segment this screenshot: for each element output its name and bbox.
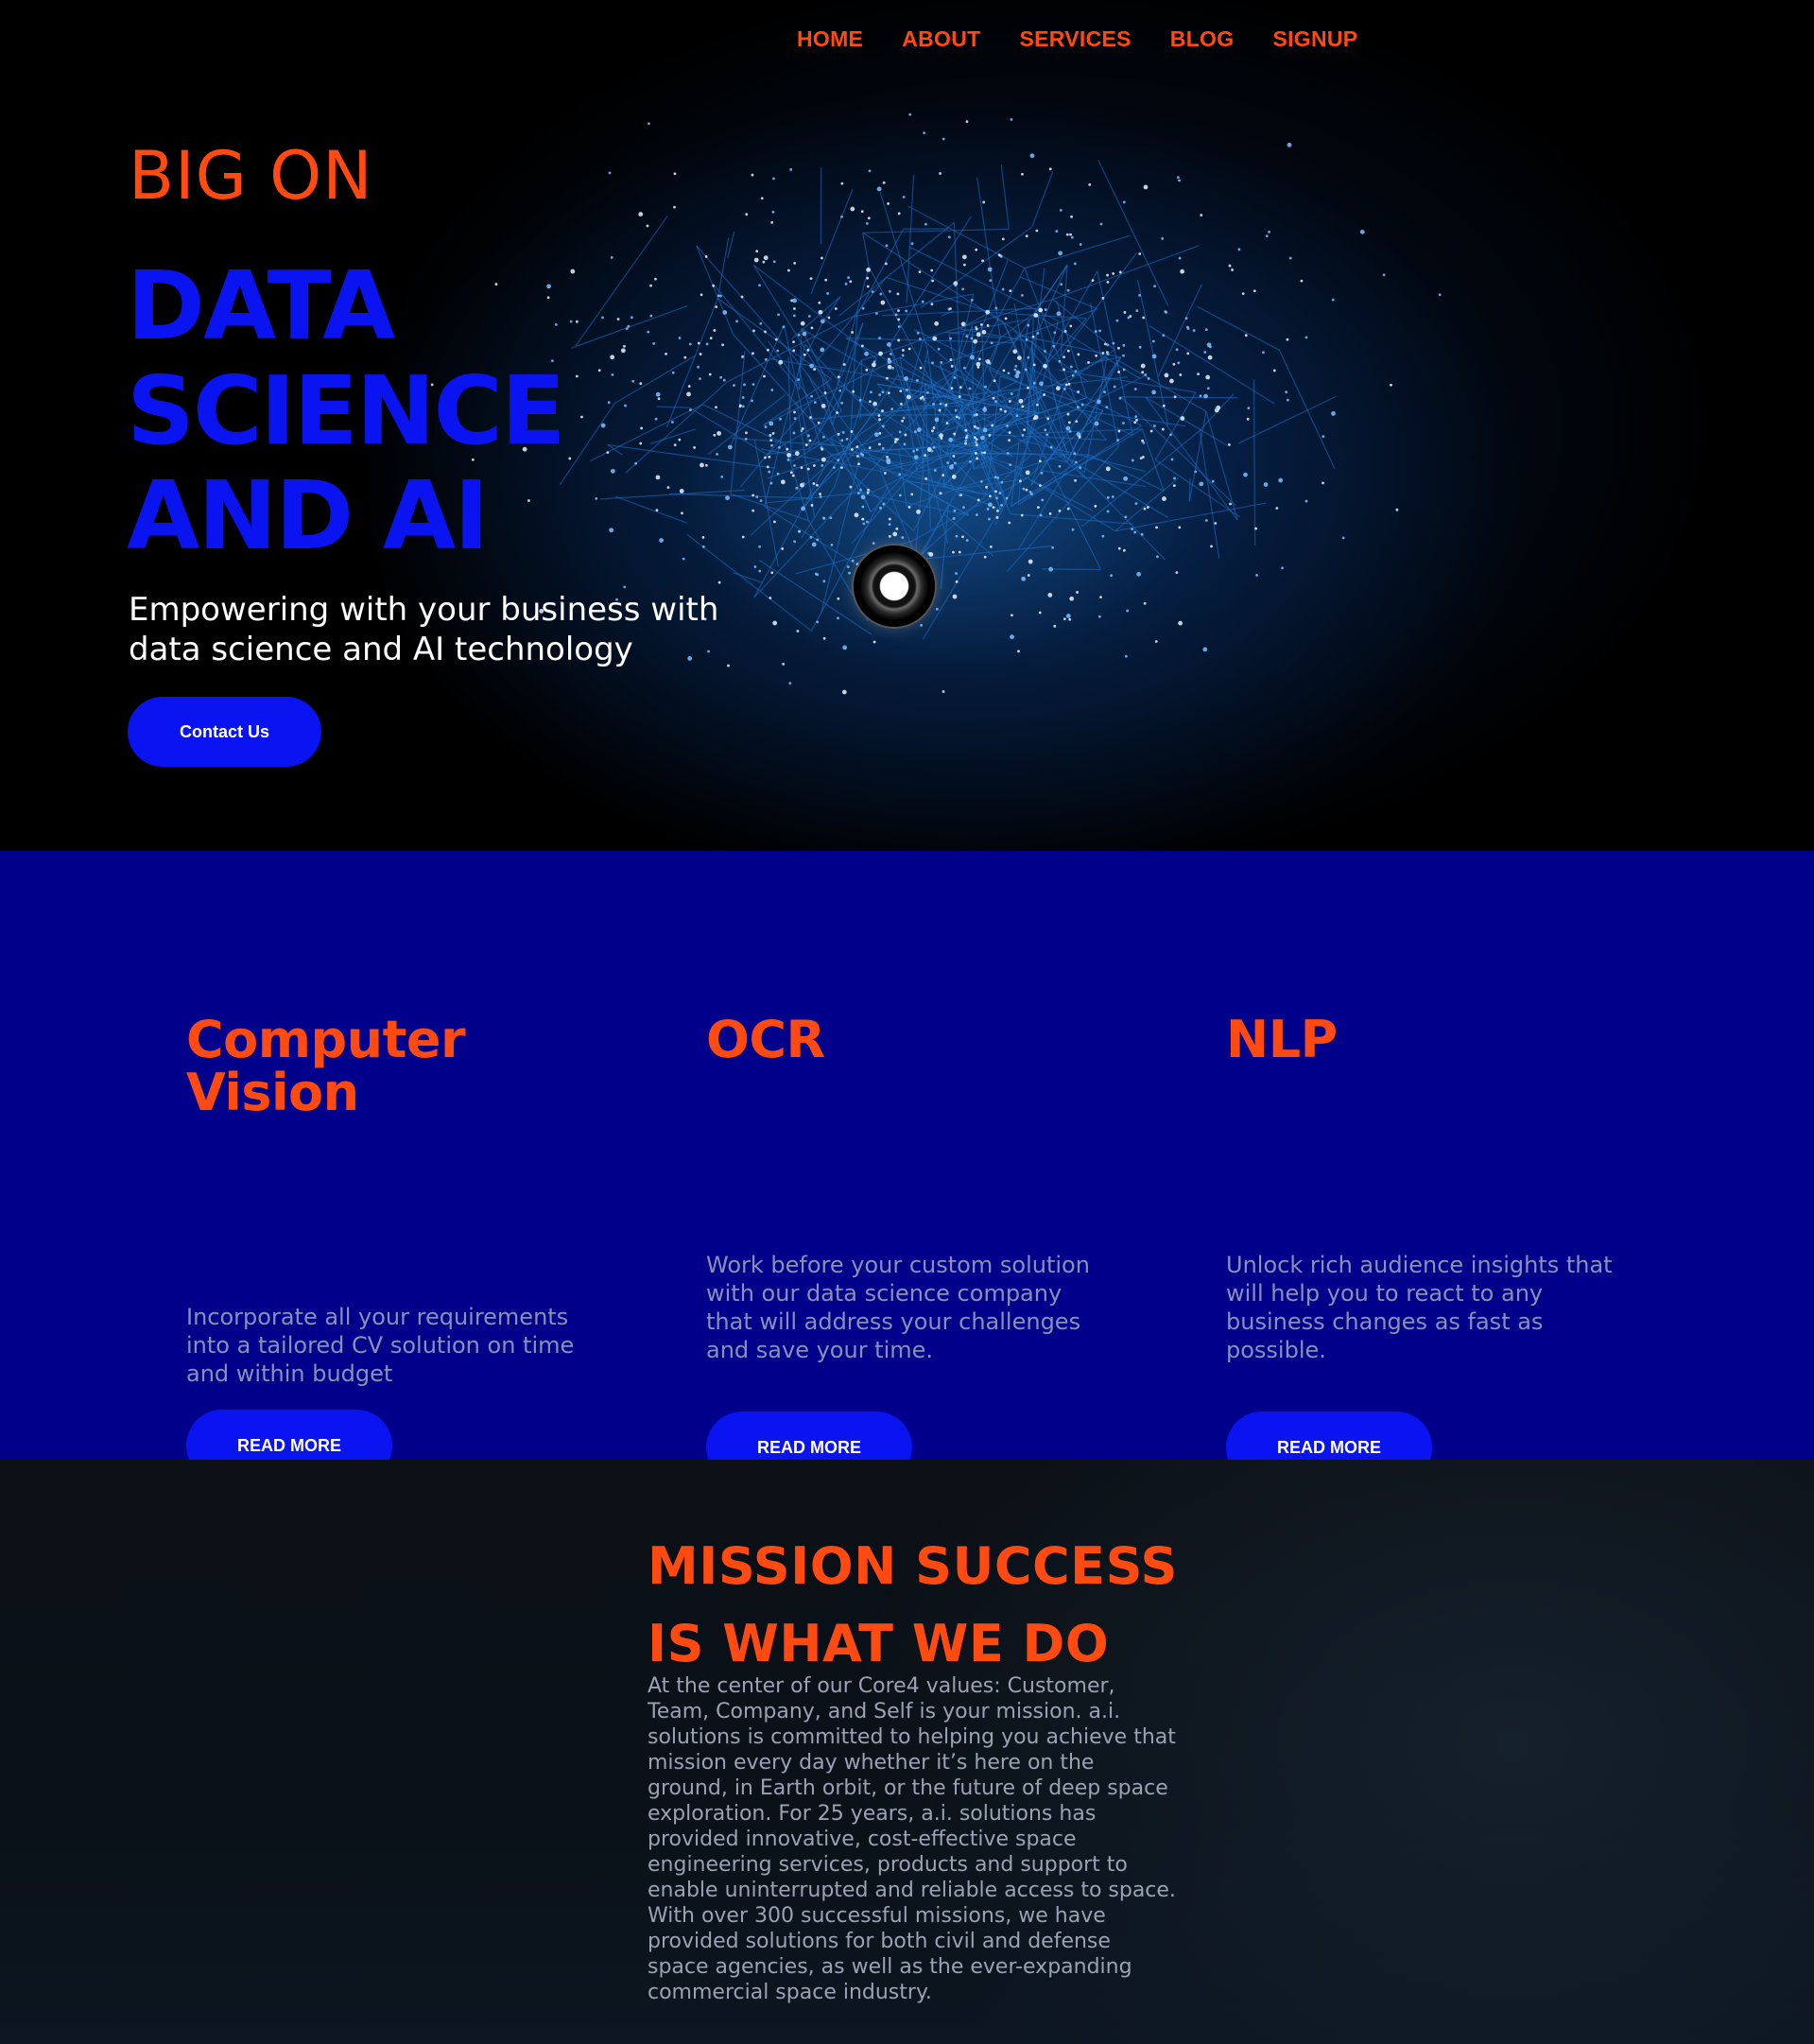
scroll-orb-icon bbox=[854, 546, 935, 627]
nav-blog[interactable]: BLOG bbox=[1170, 25, 1235, 53]
service-card-computer-vision: Computer Vision Incorporate all your req… bbox=[186, 1010, 602, 1481]
service-description: Unlock rich audience insights that will … bbox=[1226, 1252, 1613, 1363]
hero-title-line: DATA bbox=[127, 251, 395, 361]
service-description: Work before your custom solution with ou… bbox=[706, 1252, 1090, 1363]
service-title: Computer Vision bbox=[186, 1010, 466, 1122]
hero-title: DATA SCIENCE AND AI bbox=[127, 253, 788, 568]
mission-title-line: MISSION SUCCESS bbox=[648, 1536, 1178, 1596]
hero-title-line: AND AI bbox=[127, 460, 490, 571]
mission-title-line: IS WHAT WE DO bbox=[648, 1614, 1110, 1673]
service-card-ocr: OCR Work before your custom solution wit… bbox=[706, 1010, 1122, 1483]
service-title: OCR bbox=[706, 1010, 825, 1069]
nav-services[interactable]: SERVICES bbox=[1019, 25, 1131, 53]
mission-text: At the center of our Core4 values: Custo… bbox=[648, 1674, 1176, 2004]
services-section: Computer Vision Incorporate all your req… bbox=[0, 851, 1814, 1483]
contact-us-button[interactable]: Contact Us bbox=[128, 697, 321, 767]
nav-home[interactable]: HOME bbox=[797, 25, 863, 53]
service-title: NLP bbox=[1226, 1010, 1338, 1069]
hero-title-line: SCIENCE bbox=[127, 355, 565, 466]
main-nav: HOME ABOUT SERVICES BLOG SIGNUP bbox=[797, 25, 1396, 53]
nav-about[interactable]: ABOUT bbox=[902, 25, 980, 53]
mission-section: MISSION SUCCESS IS WHAT WE DO At the cen… bbox=[0, 1460, 1814, 2044]
nav-signup[interactable]: SIGNUP bbox=[1272, 25, 1357, 53]
mission-title: MISSION SUCCESS IS WHAT WE DO bbox=[648, 1528, 1253, 1683]
hero-subtitle: Empowering with your business with data … bbox=[129, 591, 719, 668]
hero-kicker: BIG ON bbox=[129, 137, 373, 215]
service-card-nlp: NLP Unlock rich audience insights that w… bbox=[1226, 1010, 1642, 1483]
hero-section: HOME ABOUT SERVICES BLOG SIGNUP BIG ON D… bbox=[0, 0, 1814, 851]
service-description: Incorporate all your requirements into a… bbox=[186, 1304, 575, 1387]
